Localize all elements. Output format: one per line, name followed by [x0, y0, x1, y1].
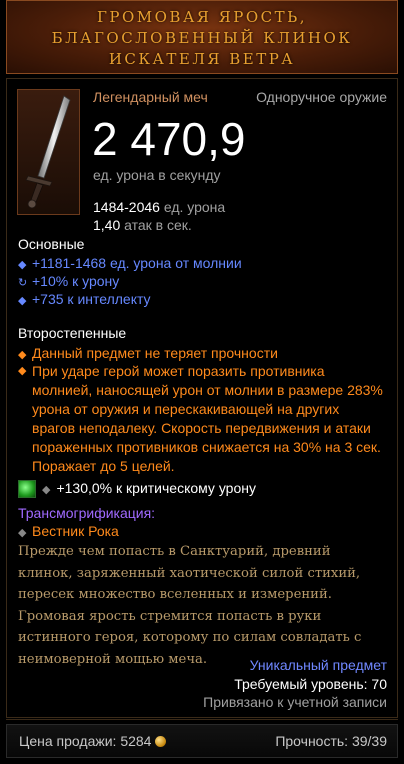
dps-value: 2 470,9	[92, 113, 246, 165]
legendary-sword-icon	[17, 89, 80, 215]
primary-stat: ◆ +735 к интеллекту	[18, 290, 151, 311]
divider	[6, 719, 398, 720]
primary-stat-text: +735 к интеллекту	[32, 291, 151, 307]
transmog-heading: Трансмогрификация:	[18, 505, 156, 521]
account-bound-label: Привязано к учетной записи	[203, 694, 387, 710]
unique-label: Уникальный предмет	[249, 657, 387, 673]
secondary-stat: ◆ При ударе герой может поразить противн…	[18, 362, 386, 476]
primary-stat-text: +10% к урону	[32, 273, 120, 289]
item-tooltip: ГРОМОВАЯ ЯРОСТЬ, БЛАГОСЛОВЕННЫЙ КЛИНОК И…	[0, 0, 404, 764]
transmog-value: ◆ Вестник Рока	[18, 523, 119, 539]
gold-coin-icon	[155, 736, 167, 747]
speed-value: 1,40	[93, 217, 121, 233]
emerald-gem-icon	[18, 480, 36, 499]
tooltip-footer: Цена продажи: 5284 Прочность: 39/39	[6, 724, 398, 758]
speed-label: атак в сек.	[124, 217, 192, 233]
transmog-value-text: Вестник Рока	[32, 523, 119, 539]
sell-price-label: Цена продажи:	[19, 733, 117, 749]
primary-stat-text: +1181-1468 ед. урона от молнии	[32, 255, 242, 271]
diamond-bullet-icon: ◆	[18, 365, 27, 377]
item-title-line-1: ГРОМОВАЯ ЯРОСТЬ,	[96, 8, 308, 26]
item-title-line-3: ИСКАТЕЛЯ ВЕТРА	[108, 50, 296, 68]
diamond-bullet-icon: ◆	[18, 295, 27, 307]
durability: Прочность: 39/39	[275, 733, 387, 749]
damage-label: ед. урона	[163, 199, 226, 215]
secondary-stat-text: Данный предмет не теряет прочности	[32, 345, 278, 361]
socket-stat-text: +130,0% к критическому урону	[56, 480, 256, 496]
sell-price: Цена продажи: 5284	[19, 733, 167, 749]
item-title-header: ГРОМОВАЯ ЯРОСТЬ, БЛАГОСЛОВЕННЫЙ КЛИНОК И…	[6, 0, 398, 74]
sell-price-value: 5284	[120, 733, 152, 749]
diamond-bullet-icon: ◆	[18, 527, 27, 539]
secondary-stats-heading: Второстепенные	[18, 325, 127, 341]
primary-stats-heading: Основные	[18, 236, 85, 252]
damage-range: 1484-2046 ед. урона	[93, 199, 225, 215]
diamond-bullet-icon: ◆	[42, 484, 51, 496]
dps-label: ед. урона в секунду	[93, 167, 221, 183]
durability-label: Прочность:	[275, 733, 349, 749]
item-title-line-2: БЛАГОСЛОВЕННЫЙ КЛИНОК	[51, 29, 353, 47]
damage-value: 1484-2046	[93, 199, 160, 215]
item-rarity-type: Легендарный меч	[93, 89, 208, 105]
socket-stat: ◆ +130,0% к критическому урону	[18, 480, 256, 499]
item-slot-type: Одноручное оружие	[256, 89, 387, 105]
attack-speed: 1,40 атак в сек.	[93, 217, 192, 233]
flavor-text: Прежде чем попасть в Санктуарий, древний…	[18, 544, 362, 667]
secondary-stat-text: При ударе герой может поразить противник…	[32, 363, 383, 474]
durability-value: 39/39	[351, 733, 387, 749]
required-level: Требуемый уровень: 70	[234, 676, 387, 692]
